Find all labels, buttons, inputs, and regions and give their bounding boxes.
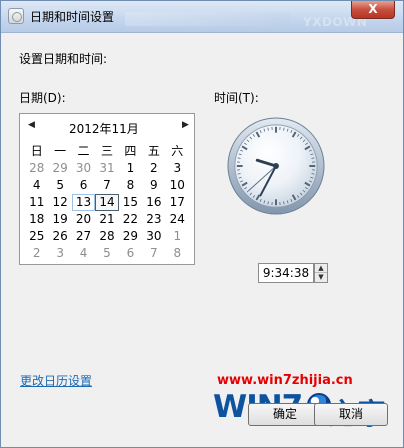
calendar-day[interactable]: 23 bbox=[142, 211, 165, 228]
calendar-day[interactable]: 1 bbox=[166, 228, 189, 245]
weekday-header: 一 bbox=[54, 144, 67, 158]
analog-clock bbox=[227, 117, 325, 215]
calendar-day[interactable]: 12 bbox=[48, 194, 71, 211]
calendar-day[interactable]: 6 bbox=[119, 245, 142, 262]
calendar-grid: 日一二三四五六 28 29 30 31 1 2 3 4 5 6 7 8 9 10 11 12 13 14 15 16 17… bbox=[25, 143, 189, 262]
calendar-day[interactable]: 11 bbox=[25, 194, 48, 211]
title-ghost-text bbox=[125, 12, 290, 26]
calendar-day[interactable]: 1 bbox=[119, 160, 142, 177]
calendar-day[interactable]: 3 bbox=[48, 245, 71, 262]
weekday-header: 五 bbox=[147, 144, 160, 158]
calendar-day[interactable]: 31 bbox=[95, 160, 118, 177]
calendar-day[interactable]: 15 bbox=[119, 194, 142, 211]
weekday-header: 三 bbox=[100, 144, 113, 158]
calendar-day[interactable]: 2 bbox=[142, 160, 165, 177]
title-bar: 日期和时间设置 YXDOWN X bbox=[1, 1, 403, 33]
calendar-day[interactable]: 10 bbox=[166, 177, 189, 194]
calendar-day[interactable]: 7 bbox=[142, 245, 165, 262]
weekday-header: 四 bbox=[124, 144, 137, 158]
section-heading: 设置日期和时间: bbox=[19, 52, 108, 66]
calendar-day[interactable]: 30 bbox=[72, 160, 95, 177]
calendar-day[interactable]: 16 bbox=[142, 194, 165, 211]
time-input[interactable]: 9:34:38 bbox=[258, 263, 314, 283]
calendar-day[interactable]: 21 bbox=[95, 211, 118, 228]
time-increment-button[interactable]: ▲ bbox=[315, 264, 327, 273]
time-label: 时间(T): bbox=[214, 91, 259, 105]
cancel-button[interactable]: 取消 bbox=[314, 403, 388, 426]
calendar-day[interactable]: 3 bbox=[166, 160, 189, 177]
calendar[interactable]: ◀ 2012年11月 ▶ 日一二三四五六 28 29 30 31 1 2 3 4 5 6 7 8 9 10 1… bbox=[19, 113, 195, 265]
calendar-icon bbox=[8, 8, 24, 24]
calendar-day[interactable]: 7 bbox=[95, 177, 118, 194]
calendar-day[interactable]: 9 bbox=[142, 177, 165, 194]
change-calendar-settings-link[interactable]: 更改日历设置 bbox=[20, 372, 92, 389]
calendar-day[interactable]: 28 bbox=[95, 228, 118, 245]
calendar-day[interactable]: 5 bbox=[48, 177, 71, 194]
clock-center bbox=[273, 163, 279, 169]
calendar-day[interactable]: 29 bbox=[119, 228, 142, 245]
time-spinner[interactable]: ▲ ▼ bbox=[314, 263, 328, 283]
calendar-day[interactable]: 14 bbox=[95, 194, 119, 211]
date-time-settings-window: 日期和时间设置 YXDOWN X 设置日期和时间: 日期(D): 时间(T): … bbox=[0, 0, 404, 448]
calendar-day[interactable]: 27 bbox=[72, 228, 95, 245]
calendar-day[interactable]: 25 bbox=[25, 228, 48, 245]
calendar-day[interactable]: 5 bbox=[95, 245, 118, 262]
previous-month-button[interactable]: ◀ bbox=[28, 120, 35, 130]
calendar-day[interactable]: 18 bbox=[25, 211, 48, 228]
calendar-day[interactable]: 2 bbox=[25, 245, 48, 262]
weekday-header: 二 bbox=[77, 144, 90, 158]
calendar-day[interactable]: 17 bbox=[166, 194, 189, 211]
calendar-day[interactable]: 26 bbox=[48, 228, 71, 245]
calendar-day[interactable]: 13 bbox=[71, 194, 96, 211]
window-title: 日期和时间设置 bbox=[30, 10, 115, 24]
calendar-day[interactable]: 8 bbox=[166, 245, 189, 262]
calendar-day[interactable]: 20 bbox=[72, 211, 95, 228]
time-decrement-button[interactable]: ▼ bbox=[315, 273, 327, 282]
calendar-day[interactable]: 29 bbox=[48, 160, 71, 177]
next-month-button[interactable]: ▶ bbox=[182, 120, 189, 130]
calendar-day[interactable]: 22 bbox=[119, 211, 142, 228]
calendar-day[interactable]: 30 bbox=[142, 228, 165, 245]
calendar-day[interactable]: 8 bbox=[119, 177, 142, 194]
close-button[interactable]: X bbox=[351, 1, 395, 19]
weekday-header: 日 bbox=[30, 144, 43, 158]
calendar-day[interactable]: 24 bbox=[166, 211, 189, 228]
calendar-day[interactable]: 28 bbox=[25, 160, 48, 177]
date-label: 日期(D): bbox=[19, 91, 66, 105]
calendar-day[interactable]: 4 bbox=[72, 245, 95, 262]
calendar-day[interactable]: 6 bbox=[72, 177, 95, 194]
weekday-header: 六 bbox=[171, 144, 184, 158]
calendar-day[interactable]: 19 bbox=[48, 211, 71, 228]
watermark-url: www.win7zhijia.cn bbox=[217, 373, 353, 388]
ok-button[interactable]: 确定 bbox=[248, 403, 322, 426]
calendar-month-title[interactable]: 2012年11月 bbox=[69, 120, 139, 137]
calendar-day[interactable]: 4 bbox=[25, 177, 48, 194]
